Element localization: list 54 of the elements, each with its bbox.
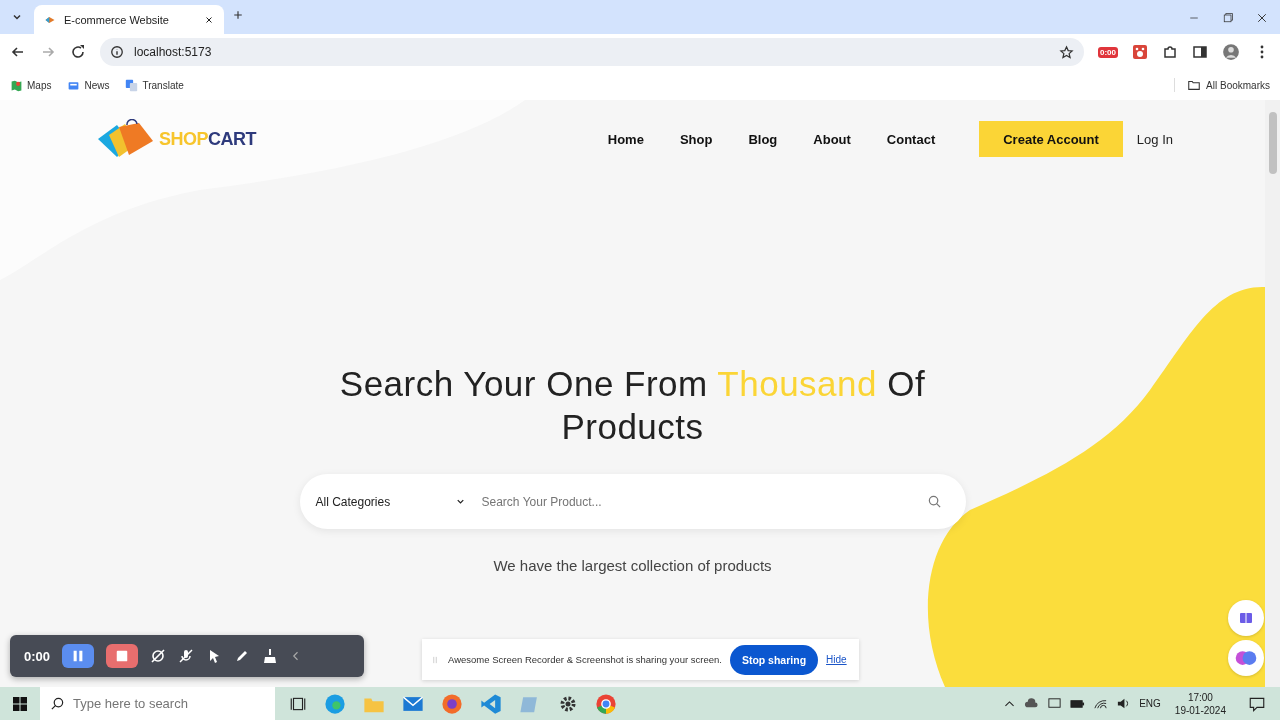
bookmark[interactable]: News <box>67 78 110 92</box>
star-icon[interactable] <box>1059 44 1074 60</box>
chrome-icon[interactable] <box>595 692 617 715</box>
scrollbar-thumb[interactable] <box>1268 112 1277 174</box>
mic-off-icon[interactable] <box>178 648 195 664</box>
nav-link[interactable]: Contact <box>886 131 936 147</box>
extension-badge[interactable]: 0:00 <box>1098 46 1118 58</box>
map-pin-icon <box>10 78 23 92</box>
hide-link[interactable]: Hide <box>826 654 847 665</box>
search-field[interactable]: Search Your Product... <box>479 493 913 510</box>
code-editor-icon[interactable] <box>480 692 502 715</box>
clock-date: 19-01-2024 <box>1174 703 1226 717</box>
windows-icon[interactable] <box>12 695 28 712</box>
nav-link[interactable]: Shop <box>679 131 713 147</box>
stop-icon <box>115 649 130 663</box>
book-icon <box>1238 610 1254 626</box>
browser-tab[interactable]: E-commerce Website <box>34 5 224 34</box>
search-icon[interactable] <box>926 494 942 509</box>
info-icon <box>110 45 124 59</box>
avatar-icon[interactable] <box>1222 43 1240 61</box>
create-account-button[interactable]: Create Account <box>979 121 1123 157</box>
stop-sharing-button[interactable]: Stop sharing <box>729 644 819 675</box>
address-bar[interactable]: localhost:5173 <box>100 38 1084 66</box>
nav-link[interactable]: Home <box>607 131 644 147</box>
broom-icon[interactable] <box>262 648 279 664</box>
sharing-message: Awesome Screen Recorder & Screenshot is sharing your screen. <box>448 654 722 665</box>
logo-icon <box>97 119 155 159</box>
clock-time: 17:00 <box>1187 690 1213 704</box>
reload-icon[interactable] <box>70 44 86 60</box>
hero-heading: Search Your One From Thousand Of Products <box>338 363 927 448</box>
plus-icon[interactable] <box>232 9 244 21</box>
subtitle: We have the largest collection of products <box>493 557 772 574</box>
close-icon[interactable] <box>204 14 214 25</box>
translate-icon <box>125 78 139 92</box>
taskbar-search-field[interactable]: Type here to search <box>40 687 275 720</box>
bookmark[interactable]: Translate <box>125 78 184 92</box>
login-link[interactable]: Log In <box>1136 131 1173 147</box>
pause-button[interactable] <box>62 644 95 668</box>
nav-link[interactable]: About <box>813 131 851 147</box>
recording-time: 0:00 <box>24 648 51 664</box>
close-icon[interactable] <box>1256 12 1268 24</box>
language-indicator[interactable]: ENG <box>1139 698 1161 709</box>
firefox-icon[interactable] <box>441 692 463 715</box>
folder-icon <box>1187 78 1202 92</box>
all-bookmarks[interactable]: All Bookmarks <box>1174 78 1270 92</box>
nav-link[interactable]: Blog <box>748 131 778 147</box>
maximize-icon[interactable] <box>1222 12 1234 24</box>
bookmark[interactable]: Maps <box>10 78 52 92</box>
category-dropdown[interactable]: All Categories <box>315 494 466 509</box>
stop-button[interactable] <box>106 644 139 668</box>
puzzle-icon[interactable] <box>1162 44 1178 60</box>
monitor-icon[interactable] <box>1047 696 1063 711</box>
logo-text: SHOPCART <box>159 128 256 150</box>
sidepanel-icon[interactable] <box>1192 44 1208 60</box>
